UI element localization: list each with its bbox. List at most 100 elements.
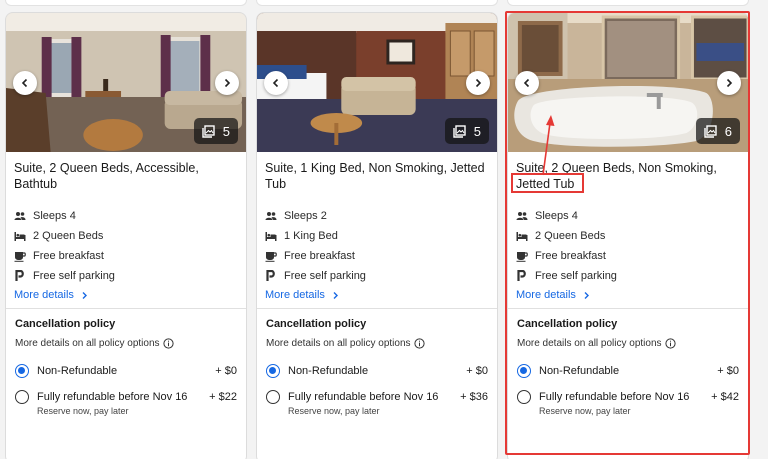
more-details-label: More details [516,289,576,301]
coffee-icon [265,252,277,262]
policy-options-label: More details on all policy options [15,338,160,349]
previous-row-edge [0,0,768,6]
chevron-right-icon [475,78,482,88]
divider [257,308,497,309]
photo-count-button[interactable]: 5 [193,118,238,144]
amenity-parking: Free self parking [265,266,366,286]
option-label: Fully refundable before Nov 16 [288,391,439,403]
option-price: + $0 [466,365,488,377]
bed-icon [14,232,26,241]
amenities-list: Sleeps 2 1 King Bed Free breakfast Free … [265,206,366,286]
more-details-label: More details [14,289,74,301]
info-icon [162,338,174,349]
amenities-list: Sleeps 4 2 Queen Beds Free breakfast Fre… [14,206,115,286]
parking-icon [266,270,275,281]
bed-icon [516,232,528,241]
people-icon [265,212,277,220]
amenity-label: 2 Queen Beds [33,230,104,242]
chevron-left-icon [21,78,28,88]
amenity-label: Free self parking [33,270,115,282]
policy-options-link[interactable]: More details on all policy options [266,338,425,349]
more-details-link[interactable]: More details [14,289,89,301]
option-label: Non-Refundable [288,365,369,377]
amenity-label: Sleeps 4 [535,210,578,222]
policy-options-link[interactable]: More details on all policy options [15,338,174,349]
photo-count-button[interactable]: 6 [695,118,740,144]
amenity-beds: 1 King Bed [265,226,366,246]
previous-card-edge [507,0,749,6]
previous-card-edge [5,0,247,6]
chevron-right-icon [333,291,338,299]
amenity-breakfast: Free breakfast [14,246,115,266]
previous-photo-button[interactable] [13,71,37,95]
amenity-label: Free self parking [535,270,617,282]
room-card-2[interactable]: 5 Suite, 1 King Bed, Non Smoking, Jetted… [256,12,498,459]
amenity-label: Free breakfast [535,250,606,262]
room-title: Suite, 1 King Bed, Non Smoking, Jetted T… [265,161,485,191]
radio-fully-refundable[interactable] [15,390,29,404]
radio-fully-refundable[interactable] [266,390,280,404]
previous-card-edge [256,0,498,6]
previous-photo-button[interactable] [264,71,288,95]
option-note: Reserve now, pay later [288,406,380,416]
option-label: Fully refundable before Nov 16 [539,391,690,403]
divider [6,308,246,309]
policy-options-link[interactable]: More details on all policy options [517,338,676,349]
room-photo[interactable]: 5 [6,13,246,152]
photo-count: 6 [724,123,732,139]
option-price: + $36 [460,391,488,403]
option-price: + $0 [215,365,237,377]
coffee-icon [14,252,26,262]
amenity-label: Free breakfast [284,250,355,262]
policy-options-label: More details on all policy options [266,338,411,349]
next-photo-button[interactable] [466,71,490,95]
parking-icon [517,270,526,281]
amenity-breakfast: Free breakfast [265,246,366,266]
radio-non-refundable[interactable] [517,364,531,378]
room-card-3[interactable]: 6 Suite, 2 Queen Beds, Non Smoking, Jett… [507,12,749,459]
room-card-1[interactable]: 5 Suite, 2 Queen Beds, Accessible, Batht… [5,12,247,459]
option-price: + $0 [717,365,739,377]
radio-non-refundable[interactable] [266,364,280,378]
amenity-beds: 2 Queen Beds [516,226,617,246]
chevron-left-icon [523,78,530,88]
chevron-right-icon [584,291,589,299]
policy-options-label: More details on all policy options [517,338,662,349]
amenity-sleeps: Sleeps 4 [516,206,617,226]
next-photo-button[interactable] [717,71,741,95]
photo-count-button[interactable]: 5 [444,118,489,144]
radio-fully-refundable[interactable] [517,390,531,404]
coffee-icon [516,252,528,262]
divider [508,308,748,309]
photo-gallery-icon [202,124,215,138]
more-details-label: More details [265,289,325,301]
room-photo[interactable]: 5 [257,13,497,152]
chevron-right-icon [224,78,231,88]
chevron-left-icon [272,78,279,88]
amenity-label: Sleeps 2 [284,210,327,222]
option-label: Non-Refundable [539,365,620,377]
next-photo-button[interactable] [215,71,239,95]
more-details-link[interactable]: More details [516,289,591,301]
radio-non-refundable[interactable] [15,364,29,378]
photo-gallery-icon [453,124,466,138]
chevron-right-icon [726,78,733,88]
amenity-parking: Free self parking [14,266,115,286]
more-details-link[interactable]: More details [265,289,340,301]
amenity-beds: 2 Queen Beds [14,226,115,246]
room-photo[interactable]: 6 [508,13,748,152]
room-title: Suite, 2 Queen Beds, Accessible, Bathtub [14,161,199,191]
amenity-label: Free breakfast [33,250,104,262]
amenity-parking: Free self parking [516,266,617,286]
parking-icon [15,270,24,281]
previous-photo-button[interactable] [515,71,539,95]
option-label: Fully refundable before Nov 16 [37,391,188,403]
photo-gallery-icon [704,124,717,138]
amenity-label: 2 Queen Beds [535,230,606,242]
amenity-label: Free self parking [284,270,366,282]
amenity-breakfast: Free breakfast [516,246,617,266]
room-title: Suite, 2 Queen Beds, Non Smoking, Jetted… [516,161,717,191]
cancellation-policy-title: Cancellation policy [266,318,367,330]
bed-icon [265,232,277,241]
amenity-label: 1 King Bed [284,230,338,242]
